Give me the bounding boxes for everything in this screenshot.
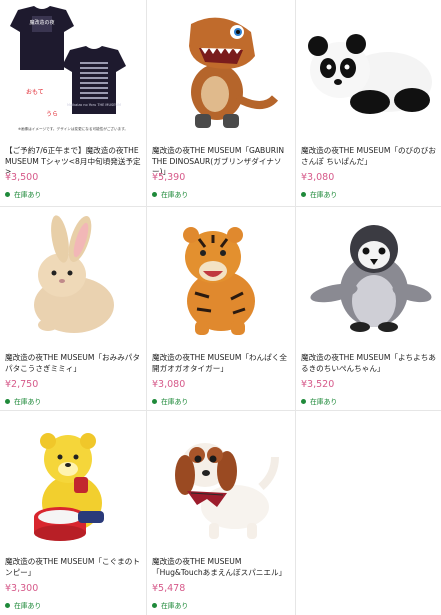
product-image-tiger[interactable] (151, 209, 289, 342)
product-card-tshirt[interactable]: 魔改造の夜 Maikaizo no Yoru THE MUSEUM おもて うら… (0, 0, 146, 206)
product-price: ¥3,520 (301, 379, 335, 390)
stock-status: 在庫あり (152, 396, 188, 406)
product-title[interactable]: 魔改造の夜THE MUSEUM「こぐまのトンピー」 (5, 557, 143, 578)
stock-dot-icon (5, 602, 10, 608)
tshirt-front-print: 魔改造の夜 (29, 19, 54, 26)
product-grid: 魔改造の夜 Maikaizo no Yoru THE MUSEUM おもて うら… (0, 0, 441, 615)
product-card-spaniel[interactable]: 魔改造の夜THE MUSEUM「Hug&Touchあまえんぼスパニエル」 ¥5,… (147, 411, 293, 615)
product-image-panda[interactable] (300, 2, 438, 135)
product-card-dinosaur[interactable]: 魔改造の夜THE MUSEUM「GABURIN THE DINOSAUR(ガブリ… (147, 0, 293, 206)
stock-status: 在庫あり (5, 189, 41, 199)
stock-dot-icon (301, 191, 306, 197)
product-price: ¥2,750 (5, 379, 39, 390)
stock-status: 在庫あり (301, 189, 337, 199)
product-title[interactable]: 魔改造の夜THE MUSEUM「のびのびおさんぽ ちいぱんだ」 (301, 146, 439, 167)
product-price: ¥5,390 (152, 172, 186, 183)
product-price: ¥3,300 (5, 583, 39, 594)
product-card-rabbit[interactable]: 魔改造の夜THE MUSEUM「おみみパタパタこうさぎミミィ」 ¥2,750 在… (0, 207, 146, 410)
product-card-tiger[interactable]: 魔改造の夜THE MUSEUM「わんぱく全開ガオガオタイガー」 ¥3,080 在… (147, 207, 293, 410)
tshirt-image-note: ※画像はイメージです。デザインは変更になる可能性がございます。 (18, 126, 128, 131)
product-title[interactable]: 魔改造の夜THE MUSEUM「おみみパタパタこうさぎミミィ」 (5, 353, 143, 374)
product-image-tshirt[interactable]: 魔改造の夜 Maikaizo no Yoru THE MUSEUM おもて うら… (4, 2, 142, 135)
stock-dot-icon (152, 191, 157, 197)
product-card-penguin[interactable]: 魔改造の夜THE MUSEUM「よちよちあるきのちいぺんちゃん」 ¥3,520 … (296, 207, 441, 410)
product-image-bear[interactable] (4, 413, 142, 546)
product-image-rabbit[interactable] (4, 209, 142, 342)
stock-dot-icon (301, 398, 306, 404)
product-price: ¥3,080 (152, 379, 186, 390)
stock-dot-icon (5, 398, 10, 404)
stock-status: 在庫あり (301, 396, 337, 406)
product-image-penguin[interactable] (300, 209, 438, 342)
product-card-panda[interactable]: 魔改造の夜THE MUSEUM「のびのびおさんぽ ちいぱんだ」 ¥3,080 在… (296, 0, 441, 206)
product-title[interactable]: 魔改造の夜THE MUSEUM「Hug&Touchあまえんぼスパニエル」 (152, 557, 290, 578)
stock-dot-icon (5, 191, 10, 197)
product-image-spaniel[interactable] (151, 413, 289, 546)
tshirt-back-print: Maikaizo no Yoru THE MUSEUM (67, 103, 121, 107)
stock-status: 在庫あり (5, 396, 41, 406)
product-card-bear[interactable]: 魔改造の夜THE MUSEUM「こぐまのトンピー」 ¥3,300 在庫あり (0, 411, 146, 615)
product-price: ¥5,478 (152, 583, 186, 594)
tshirt-front-label: おもて (26, 89, 44, 96)
stock-status: 在庫あり (5, 600, 41, 610)
stock-status: 在庫あり (152, 189, 188, 199)
stock-dot-icon (152, 398, 157, 404)
product-title[interactable]: 魔改造の夜THE MUSEUM「よちよちあるきのちいぺんちゃん」 (301, 353, 439, 374)
stock-status: 在庫あり (152, 600, 188, 610)
product-image-dinosaur[interactable] (151, 2, 289, 135)
product-price: ¥3,080 (301, 172, 335, 183)
product-price: ¥3,500 (5, 172, 39, 183)
tshirt-back-label: うら (46, 111, 58, 118)
product-title[interactable]: 魔改造の夜THE MUSEUM「わんぱく全開ガオガオタイガー」 (152, 353, 290, 374)
stock-dot-icon (152, 602, 157, 608)
